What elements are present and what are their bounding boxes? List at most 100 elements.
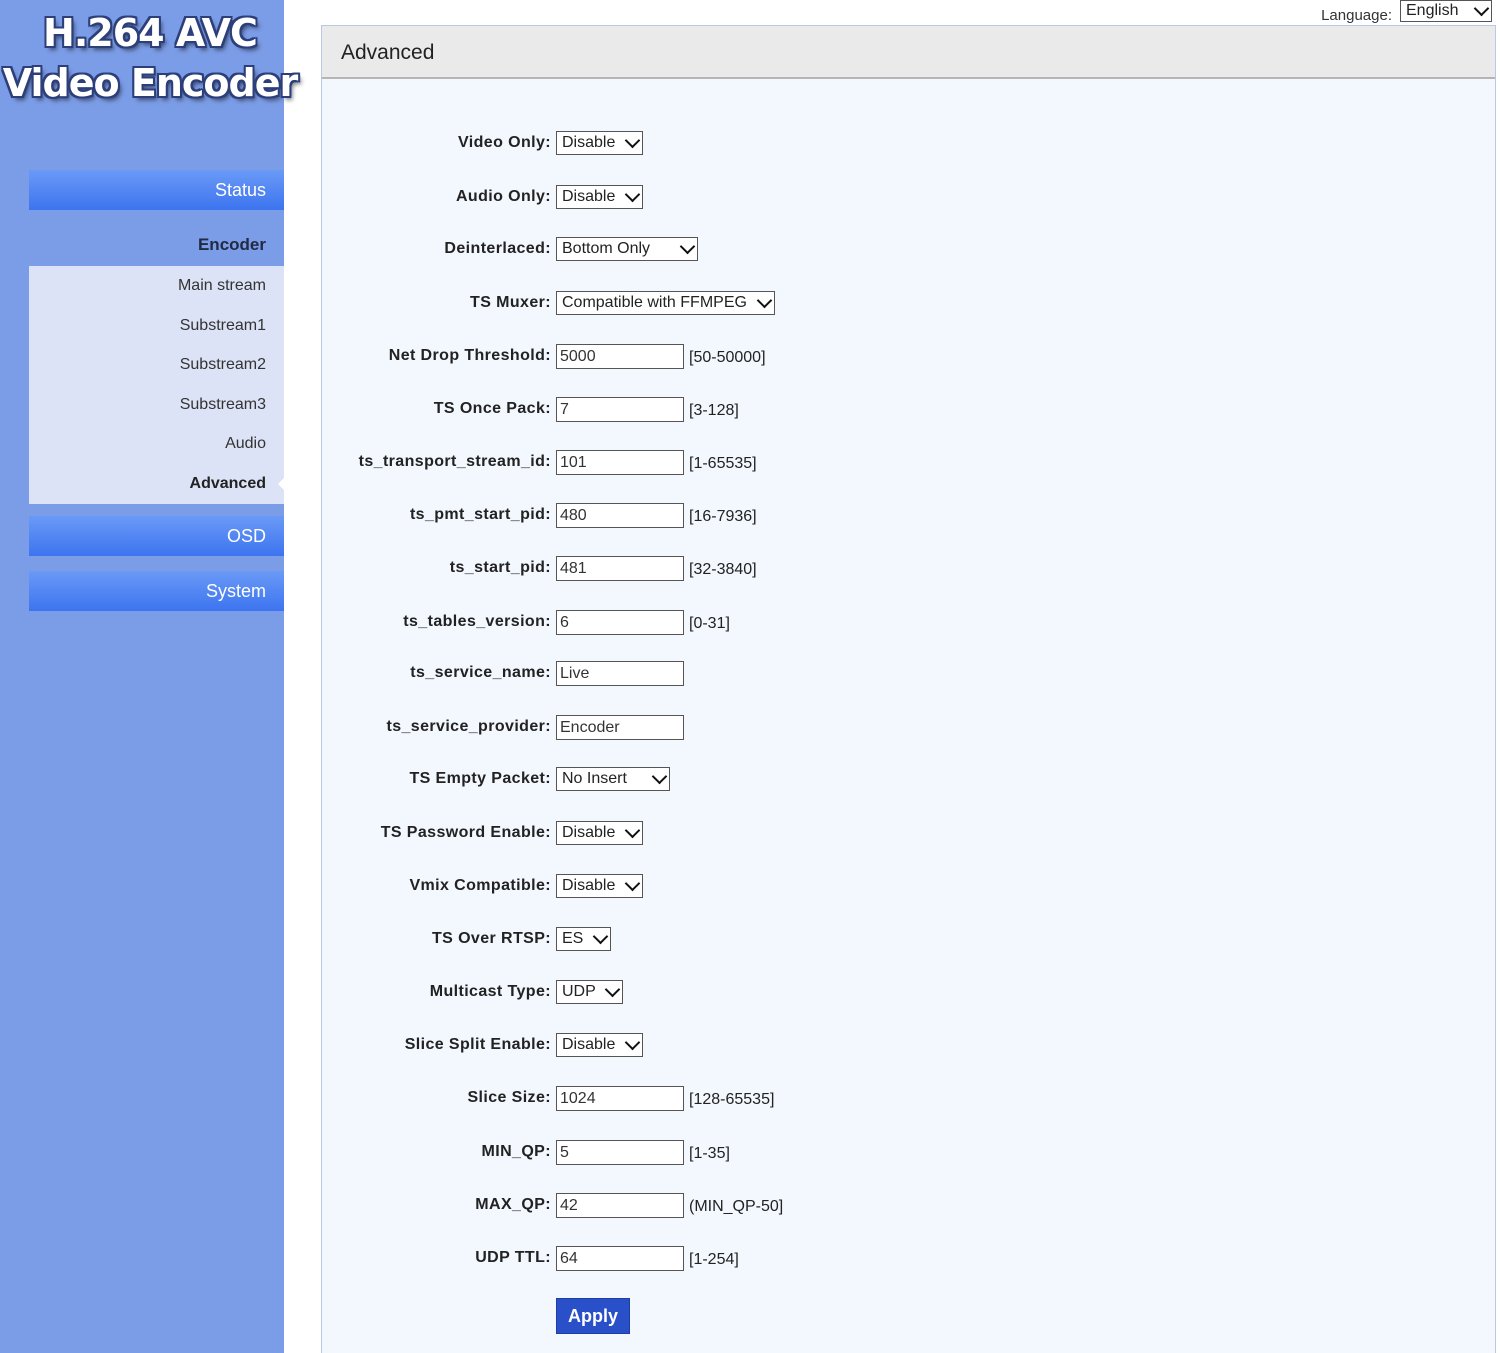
form-row-net-drop-threshold: Net Drop Threshold: 5000 [50-50000] <box>322 342 1497 370</box>
form-row-min-qp: MIN_QP: 5 [1-35] <box>322 1138 1497 1166</box>
range-hint: [32-3840] <box>689 561 757 578</box>
ts-once-pack-input[interactable]: 7 <box>556 397 684 422</box>
form-row-ts-transport-stream-id: ts_transport_stream_id: 101 [1-65535] <box>322 448 1497 476</box>
net-drop-threshold-input[interactable]: 5000 <box>556 344 684 369</box>
chevron-down-icon <box>604 981 621 997</box>
advanced-panel: Advanced Video Only: Disable Audio Only:… <box>321 25 1496 1353</box>
ts-password-enable-select[interactable]: Disable <box>556 821 643 845</box>
form-row-ts-password-enable: TS Password Enable: Disable <box>322 819 1497 847</box>
range-hint: [16-7936] <box>689 508 757 525</box>
chevron-down-icon <box>624 822 641 838</box>
field-label: Slice Split Enable: <box>404 1036 551 1053</box>
form-row-ts-tables-version: ts_tables_version: 6 [0-31] <box>322 608 1497 636</box>
field-label: Slice Size: <box>467 1089 551 1106</box>
field-label: ts_transport_stream_id: <box>358 453 551 470</box>
panel-title: Advanced <box>322 26 1495 79</box>
form-row-ts-start-pid: ts_start_pid: 481 [32-3840] <box>322 554 1497 582</box>
logo-line-2: Video Encoder <box>2 61 298 105</box>
chevron-down-icon <box>756 292 773 308</box>
field-label: Video Only: <box>457 134 551 151</box>
field-label: ts_service_provider: <box>386 718 551 735</box>
chevron-down-icon <box>651 768 668 784</box>
field-label: ts_tables_version: <box>403 613 551 630</box>
product-logo: H.264 AVC Video Encoder <box>0 8 300 108</box>
multicast-type-select[interactable]: UDP <box>556 980 623 1004</box>
field-label: TS Over RTSP: <box>431 930 551 947</box>
select-value: Disable <box>562 188 616 205</box>
field-label: MIN_QP: <box>481 1143 551 1160</box>
ts-start-pid-input[interactable]: 481 <box>556 556 684 581</box>
chevron-down-icon <box>624 186 641 202</box>
form-row-ts-service-provider: ts_service_provider: Encoder <box>322 713 1497 741</box>
language-label: Language: <box>1321 6 1392 24</box>
udp-ttl-input[interactable]: 64 <box>556 1246 684 1271</box>
field-label: ts_service_name: <box>410 664 551 681</box>
active-item-arrow-icon <box>278 477 285 491</box>
select-value: Compatible with FFMPEG <box>562 294 747 311</box>
language-value: English <box>1406 2 1459 19</box>
min-qp-input[interactable]: 5 <box>556 1140 684 1165</box>
language-select[interactable]: English <box>1400 0 1492 22</box>
field-label: ts_start_pid: <box>449 559 551 576</box>
field-label: ts_pmt_start_pid: <box>409 506 551 523</box>
ts-muxer-select[interactable]: Compatible with FFMPEG <box>556 291 775 315</box>
submenu-item-substream2[interactable]: Substream2 <box>29 345 284 385</box>
form-row-slice-size: Slice Size: 1024 [128-65535] <box>322 1084 1497 1112</box>
logo-line-1: H.264 AVC <box>43 11 258 55</box>
chevron-down-icon <box>624 1034 641 1050</box>
range-hint: [1-35] <box>689 1145 730 1162</box>
ts-over-rtsp-select[interactable]: ES <box>556 927 611 951</box>
apply-button[interactable]: Apply <box>556 1298 630 1334</box>
range-hint: [1-254] <box>689 1251 739 1268</box>
ts-service-provider-input[interactable]: Encoder <box>556 715 684 740</box>
field-label: TS Once Pack: <box>433 400 551 417</box>
select-value: Disable <box>562 1036 616 1053</box>
submenu-item-main-stream[interactable]: Main stream <box>29 266 284 306</box>
field-label: Deinterlaced: <box>444 240 551 257</box>
slice-size-input[interactable]: 1024 <box>556 1086 684 1111</box>
form-row-slice-split-enable: Slice Split Enable: Disable <box>322 1031 1497 1059</box>
field-label: UDP TTL: <box>475 1249 551 1266</box>
video-only-select[interactable]: Disable <box>556 131 643 155</box>
nav-status[interactable]: Status <box>29 170 284 210</box>
ts-empty-packet-select[interactable]: No Insert <box>556 767 670 791</box>
range-hint: (MIN_QP-50] <box>689 1198 784 1215</box>
field-label: Multicast Type: <box>429 983 551 1000</box>
select-value: Disable <box>562 134 616 151</box>
chevron-down-icon <box>592 928 609 944</box>
select-value: ES <box>562 930 584 947</box>
vmix-compatible-select[interactable]: Disable <box>556 874 643 898</box>
submenu-item-audio[interactable]: Audio <box>29 424 284 464</box>
ts-service-name-input[interactable]: Live <box>556 661 684 686</box>
form-row-ts-empty-packet: TS Empty Packet: No Insert <box>322 765 1497 793</box>
deinterlaced-select[interactable]: Bottom Only <box>556 237 698 261</box>
form-row-ts-once-pack: TS Once Pack: 7 [3-128] <box>322 395 1497 423</box>
field-label: TS Password Enable: <box>380 824 551 841</box>
submenu-item-substream1[interactable]: Substream1 <box>29 306 284 346</box>
audio-only-select[interactable]: Disable <box>556 185 643 209</box>
ts-pmt-start-pid-input[interactable]: 480 <box>556 503 684 528</box>
max-qp-input[interactable]: 42 <box>556 1193 684 1218</box>
field-label: Vmix Compatible: <box>409 877 551 894</box>
field-label: TS Empty Packet: <box>409 770 551 787</box>
nav-system[interactable]: System <box>29 571 284 611</box>
form-row-max-qp: MAX_QP: 42 (MIN_QP-50] <box>322 1191 1497 1219</box>
range-hint: [128-65535] <box>689 1091 775 1108</box>
chevron-down-icon <box>1473 0 1490 16</box>
form-row-video-only: Video Only: Disable <box>322 129 1497 157</box>
ts-transport-stream-id-input[interactable]: 101 <box>556 450 684 475</box>
slice-split-enable-select[interactable]: Disable <box>556 1033 643 1057</box>
form-row-audio-only: Audio Only: Disable <box>322 183 1497 211</box>
select-value: No Insert <box>562 770 627 787</box>
language-bar: Language: English <box>1321 0 1492 24</box>
nav-osd[interactable]: OSD <box>29 516 284 556</box>
range-hint: [50-50000] <box>689 349 766 366</box>
submenu-item-advanced[interactable]: Advanced <box>29 464 284 504</box>
nav-encoder[interactable]: Encoder <box>29 224 284 266</box>
submenu-item-substream3[interactable]: Substream3 <box>29 385 284 425</box>
chevron-down-icon <box>679 238 696 254</box>
select-value: Bottom Only <box>562 240 651 257</box>
chevron-down-icon <box>624 132 641 148</box>
ts-tables-version-input[interactable]: 6 <box>556 610 684 635</box>
form-row-deinterlaced: Deinterlaced: Bottom Only <box>322 235 1497 263</box>
